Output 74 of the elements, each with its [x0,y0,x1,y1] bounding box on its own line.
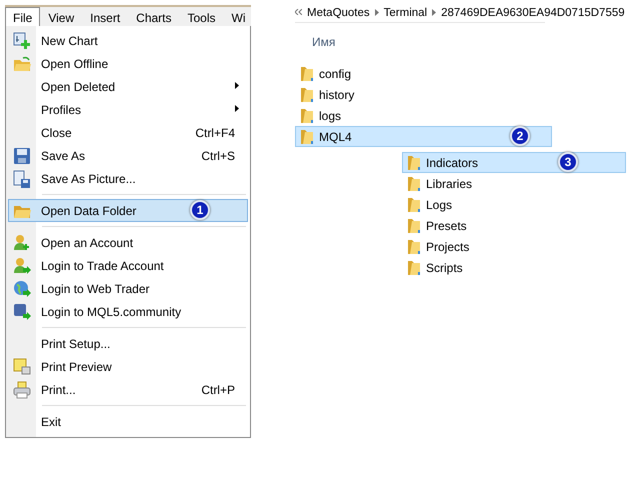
menu-item[interactable]: View [40,7,82,26]
step-number: 3 [558,152,578,172]
shortcut-text: Ctrl+F4 [195,124,235,142]
folder-row[interactable]: MQL4 2 [295,126,552,147]
breadcrumb-arrow-icon [432,8,436,16]
menu-item[interactable]: Charts [128,7,180,26]
menu-item[interactable]: File [5,7,40,26]
menu-item[interactable]: Close Ctrl+F4 [8,121,248,144]
breadcrumb-item[interactable]: 287469DEA9630EA94D0715D7559 [441,4,625,22]
menu-item[interactable]: Profiles [8,98,248,121]
folder-name: Logs [426,196,452,214]
menu-item[interactable]: Open Data Folder 1 [8,199,248,222]
folder-icon [407,196,421,212]
user-add-icon [13,234,31,252]
menu-item[interactable]: Insert [82,7,128,26]
folder-icon [407,238,421,254]
folder-icon [13,54,31,72]
menu-item[interactable]: Wi [224,7,251,26]
menu-item[interactable]: Login to Web Trader [8,277,248,300]
menu-item[interactable]: Open Deleted [8,75,248,98]
menu-item[interactable]: Print... Ctrl+P [8,378,248,401]
folder-row[interactable]: Projects [402,236,626,257]
folder-row[interactable]: logs [295,105,552,126]
step-number: 2 [510,126,530,146]
folder-name: logs [319,108,342,124]
menu-item[interactable]: Tools [180,7,224,26]
menu-item[interactable]: Open Offline [8,52,248,75]
shortcut-text: Ctrl+P [201,382,235,398]
folder-row[interactable]: Scripts [402,257,626,278]
folder-row[interactable]: config [295,63,552,84]
folder-name: Presets [426,218,467,234]
folder-icon [407,176,421,192]
menu-item[interactable]: Print Setup... [8,332,248,355]
user-arrow-icon [13,256,31,274]
folder-icon [300,128,314,144]
folder-name: Scripts [426,260,463,276]
chart-add-icon [13,32,31,50]
folder-name: history [319,86,354,104]
menu-item[interactable]: Login to Trade Account [8,254,248,277]
folder-row[interactable]: Libraries [402,173,626,194]
folder-name: Indicators [426,154,478,172]
folder-icon [300,86,314,102]
folder-icon [407,260,421,276]
folder-row[interactable]: Indicators 3 [402,152,626,173]
globe-icon [13,280,31,298]
folder-name: Projects [426,238,470,256]
folder-name: Libraries [426,176,472,192]
folder-icon [407,218,421,234]
menu-item[interactable]: Exit [8,410,248,433]
badge-arrow-icon [13,302,31,320]
folder-name: MQL4 [319,128,352,146]
folder-row[interactable]: Presets [402,215,626,236]
folder-name: config [319,66,352,82]
folder-icon [407,154,421,170]
breadcrumb-arrow-icon [374,8,379,16]
printer-icon [13,380,31,398]
menu-item[interactable]: Open an Account [8,231,248,254]
column-header[interactable]: Имя [312,33,640,51]
folder-icon [300,108,314,124]
preview-icon [13,358,31,376]
chevron-icon [295,9,302,16]
menu-item[interactable]: Login to MQL5.community [8,300,248,323]
breadcrumb-item[interactable]: Terminal [384,4,428,22]
menu-item[interactable]: Save As Ctrl+S [8,144,248,167]
folder-icon [300,66,314,82]
menu-item[interactable]: New Chart [8,29,248,52]
folder-row[interactable]: history [295,84,552,105]
menu-item[interactable]: Print Preview [8,355,248,378]
floppy-disk-icon [13,170,31,188]
step-number: 1 [190,200,210,220]
breadcrumb-item[interactable]: MetaQuotes [307,4,370,22]
shortcut-text: Ctrl+S [201,148,235,164]
folder-row[interactable]: Logs [402,194,626,215]
menu-item[interactable]: Save As Picture... [8,167,248,190]
